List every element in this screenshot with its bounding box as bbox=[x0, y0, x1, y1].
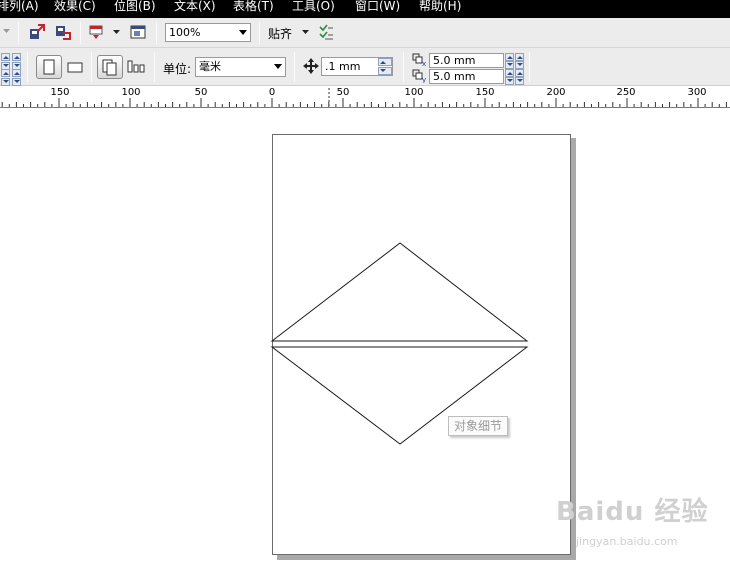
ruler-label: 150 bbox=[475, 87, 495, 98]
snap-options-icon[interactable] bbox=[317, 23, 335, 41]
duplicate-x-spin-up-alt[interactable] bbox=[515, 53, 524, 61]
current-page-button[interactable] bbox=[126, 57, 146, 77]
standard-toolbar: 100% 贴齐 bbox=[0, 18, 730, 48]
upper-triangle-shape[interactable] bbox=[270, 242, 529, 342]
landscape-button[interactable] bbox=[66, 57, 84, 77]
menu-table[interactable]: 表格(T) bbox=[233, 0, 274, 14]
chevron-down-icon bbox=[239, 30, 247, 35]
chevron-down-icon[interactable] bbox=[111, 27, 121, 37]
publish-pdf-icon[interactable] bbox=[88, 23, 106, 41]
duplicate-y-field[interactable]: 5.0 mm bbox=[429, 69, 504, 84]
ruler-label: 0 bbox=[268, 87, 276, 98]
landscape-icon bbox=[67, 62, 83, 73]
toolbar-separator bbox=[294, 52, 295, 82]
application-launcher-icon[interactable] bbox=[129, 23, 147, 41]
toolbar-separator bbox=[18, 22, 19, 44]
page-height-spin-down[interactable] bbox=[1, 78, 10, 86]
zoom-level-dropdown[interactable]: 100% bbox=[165, 23, 251, 42]
portrait-icon bbox=[43, 59, 55, 75]
nudge-spin-down[interactable] bbox=[378, 67, 392, 75]
duplicate-y-spin-up-alt[interactable] bbox=[515, 69, 524, 77]
page-height-spin-up[interactable] bbox=[1, 69, 10, 77]
page-width-spin-up[interactable] bbox=[12, 53, 21, 61]
ruler-label: 50 bbox=[336, 87, 350, 98]
duplicate-x-spin-up[interactable] bbox=[505, 53, 514, 61]
menu-bar: 排列(A) 效果(C) 位图(B) 文本(X) 表格(T) 工具(O) 窗口(W… bbox=[0, 0, 730, 18]
menu-effects[interactable]: 效果(C) bbox=[54, 0, 96, 14]
chevron-down-icon[interactable] bbox=[2, 26, 10, 36]
duplicate-y-spin-down[interactable] bbox=[505, 77, 514, 85]
menu-window[interactable]: 窗口(W) bbox=[355, 0, 400, 14]
duplicate-x-field[interactable]: 5.0 mm bbox=[429, 53, 504, 68]
property-bar: 单位: 毫米 .1 mm x 5.0 mm y 5.0 mm bbox=[0, 48, 730, 86]
menu-bitmaps[interactable]: 位图(B) bbox=[114, 0, 156, 14]
ruler-label: 100 bbox=[121, 87, 141, 98]
menu-help[interactable]: 帮助(H) bbox=[419, 0, 461, 14]
svg-text:y: y bbox=[422, 76, 426, 83]
watermark-url: jingyan.baidu.com bbox=[576, 535, 678, 548]
menu-arrange[interactable]: 排列(A) bbox=[0, 0, 39, 14]
nudge-distance-icon bbox=[302, 57, 320, 75]
object-details-tooltip: 对象细节 bbox=[448, 416, 508, 436]
duplicate-x-spin-down-alt[interactable] bbox=[515, 61, 524, 69]
duplicate-y-value: 5.0 mm bbox=[433, 70, 476, 83]
ruler-label: 200 bbox=[546, 87, 566, 98]
menu-text[interactable]: 文本(X) bbox=[174, 0, 216, 14]
chevron-down-icon[interactable] bbox=[300, 27, 310, 37]
toolbar-separator bbox=[259, 22, 260, 44]
horizontal-ruler[interactable]: 150 100 50 0 50 100 150 200 250 300 bbox=[0, 86, 730, 108]
drawing-canvas[interactable]: 对象细节 Baidu 经验 jingyan.baidu.com bbox=[0, 108, 730, 571]
chevron-down-icon bbox=[274, 64, 282, 69]
duplicate-x-spin-down[interactable] bbox=[505, 61, 514, 69]
toolbar-separator bbox=[156, 22, 157, 44]
toolbar-separator bbox=[154, 52, 155, 82]
duplicate-y-spin-down-alt[interactable] bbox=[515, 77, 524, 85]
menu-tools[interactable]: 工具(O) bbox=[292, 0, 335, 14]
zoom-level-value: 100% bbox=[169, 26, 201, 39]
units-dropdown[interactable]: 毫米 bbox=[195, 57, 286, 77]
nudge-distance-value: .1 mm bbox=[325, 60, 361, 73]
units-value: 毫米 bbox=[199, 60, 221, 73]
ruler-label: 250 bbox=[616, 87, 636, 98]
snap-to-button[interactable]: 贴齐 bbox=[268, 25, 292, 42]
toolbar-separator bbox=[403, 52, 404, 82]
duplicate-distance-x-icon: x bbox=[411, 53, 427, 67]
page-height-spin-up[interactable] bbox=[12, 69, 21, 77]
toolbar-separator bbox=[80, 22, 81, 44]
toolbar-separator bbox=[529, 52, 530, 82]
duplicate-y-spin-up[interactable] bbox=[505, 69, 514, 77]
watermark-brand: Baidu 经验 bbox=[556, 497, 709, 527]
duplicate-x-value: 5.0 mm bbox=[433, 54, 476, 67]
portrait-button[interactable] bbox=[36, 55, 62, 79]
ruler-label: 100 bbox=[404, 87, 424, 98]
current-page-icon bbox=[127, 60, 145, 73]
import-icon[interactable] bbox=[28, 23, 46, 41]
page-width-spin-up[interactable] bbox=[1, 53, 10, 61]
ruler-label: 150 bbox=[50, 87, 70, 98]
all-pages-icon bbox=[102, 59, 117, 76]
duplicate-distance-y-icon: y bbox=[411, 69, 427, 83]
units-label: 单位: bbox=[163, 62, 192, 76]
baidu-jingyan-watermark: Baidu 经验 jingyan.baidu.com bbox=[556, 491, 728, 555]
all-pages-button[interactable] bbox=[97, 55, 123, 79]
ruler-label: 50 bbox=[194, 87, 208, 98]
nudge-spin-up[interactable] bbox=[378, 58, 392, 66]
toolbar-separator bbox=[91, 52, 92, 82]
ruler-label: 300 bbox=[687, 87, 707, 98]
svg-text:x: x bbox=[422, 60, 426, 67]
page-height-spin-down[interactable] bbox=[12, 78, 21, 86]
toolbar-separator bbox=[27, 52, 28, 82]
export-icon[interactable] bbox=[54, 23, 72, 41]
